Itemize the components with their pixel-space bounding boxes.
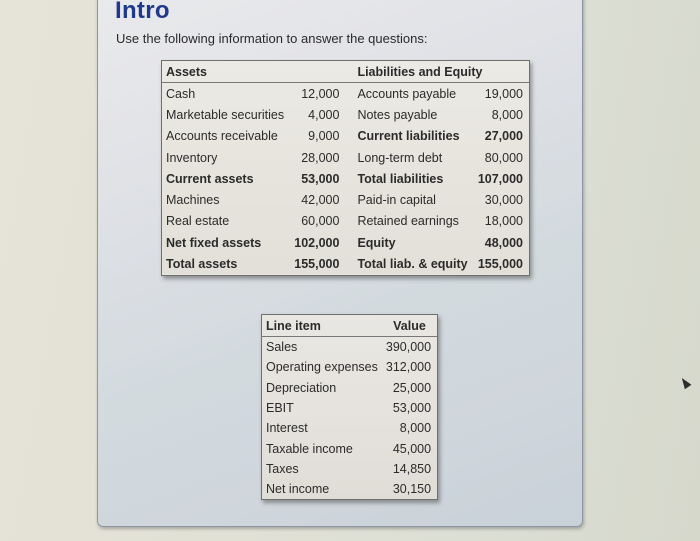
asset-value: 28,000 <box>301 150 340 165</box>
asset-label: Real estate <box>166 214 230 229</box>
asset-value: 155,000 <box>294 257 340 272</box>
line-item-value: 312,000 <box>385 360 432 375</box>
line-item-value: 14,850 <box>392 461 432 476</box>
liability-value: 30,000 <box>484 193 523 208</box>
balance-sheet-table: Assets Liabilities and Equity Cash 12,000… <box>161 60 530 276</box>
balance-sheet-row: Marketable securities 4,000 Notes payable 8… <box>162 104 530 125</box>
line-item-header: Line item <box>261 314 382 337</box>
line-item-value: 390,000 <box>385 340 432 355</box>
balance-sheet-row: Total assets 155,000 Total liab. & equity 1… <box>162 253 530 275</box>
liability-label: Retained earnings <box>357 214 459 229</box>
balance-sheet-row: Inventory 28,000 Long-term debt 80,000 <box>162 147 530 168</box>
asset-label: Inventory <box>166 150 218 165</box>
income-statement-row: Depreciation 25,000 <box>262 378 438 398</box>
liability-value: 27,000 <box>484 129 523 144</box>
line-item-label: Operating expenses <box>266 360 378 375</box>
liability-label: Accounts payable <box>357 86 457 101</box>
liability-label: Current liabilities <box>357 129 460 144</box>
liability-value: 107,000 <box>477 171 523 186</box>
liability-value: 8,000 <box>491 107 523 122</box>
liability-label: Total liab. & equity <box>357 257 468 272</box>
liability-label: Equity <box>357 235 396 250</box>
liability-value: 80,000 <box>484 150 523 165</box>
asset-label: Cash <box>166 86 196 101</box>
income-statement-row: Net income 30,150 <box>262 479 438 500</box>
balance-sheet-row: Current assets 53,000 Total liabilities 107… <box>162 168 530 189</box>
asset-value: 102,000 <box>294 235 340 250</box>
asset-label: Net fixed assets <box>166 235 262 250</box>
line-item-label: Interest <box>266 421 308 436</box>
mouse-cursor-icon <box>678 375 692 390</box>
line-item-label: Taxable income <box>266 441 353 456</box>
liability-value: 155,000 <box>477 257 523 272</box>
liability-label: Total liabilities <box>357 171 444 186</box>
line-item-value: 53,000 <box>392 401 432 416</box>
balance-sheet-row: Machines 42,000 Paid-in capital 30,000 <box>162 189 530 210</box>
line-item-label: Sales <box>266 340 298 355</box>
income-statement-row: Taxes 14,850 <box>262 459 438 479</box>
asset-label: Total assets <box>166 257 238 272</box>
value-header: Value <box>381 314 438 337</box>
income-statement-row: Interest 8,000 <box>262 418 438 438</box>
assets-header: Assets <box>161 60 346 83</box>
income-statement-row: Operating expenses 312,000 <box>262 357 438 377</box>
liability-value: 48,000 <box>484 235 523 250</box>
asset-label: Machines <box>166 193 220 208</box>
asset-value: 4,000 <box>308 107 340 122</box>
page-title: Intro <box>115 0 170 24</box>
line-item-value: 8,000 <box>399 421 432 436</box>
income-statement-row: EBIT 53,000 <box>262 398 438 418</box>
income-statement-row: Taxable income 45,000 <box>262 438 438 458</box>
asset-value: 12,000 <box>301 86 340 101</box>
balance-sheet-row: Accounts receivable 9,000 Current liabilit… <box>162 126 530 147</box>
income-statement-header-row: Line item Value <box>261 314 438 337</box>
asset-value: 42,000 <box>301 193 340 208</box>
asset-value: 9,000 <box>308 129 340 144</box>
balance-sheet-row: Cash 12,000 Accounts payable 19,000 <box>162 83 530 105</box>
asset-label: Marketable securities <box>166 107 285 122</box>
asset-value: 60,000 <box>301 214 340 229</box>
liability-value: 19,000 <box>484 86 523 101</box>
asset-label: Current assets <box>166 171 254 186</box>
line-item-label: Net income <box>266 482 330 497</box>
balance-sheet-row: Real estate 60,000 Retained earnings 18,000 <box>162 211 530 232</box>
asset-label: Accounts receivable <box>166 129 278 144</box>
balance-sheet-row: Net fixed assets 102,000 Equity 48,000 <box>162 232 530 253</box>
line-item-value: 45,000 <box>392 441 432 456</box>
liabilities-header: Liabilities and Equity <box>345 60 530 83</box>
asset-value: 53,000 <box>301 171 340 186</box>
instruction-text: Use the following information to answer … <box>116 31 428 46</box>
liability-value: 18,000 <box>484 214 523 229</box>
liability-label: Paid-in capital <box>357 193 436 208</box>
income-statement-table: Line item Value Sales 390,000 Operating ex… <box>261 314 439 501</box>
liability-label: Long-term debt <box>357 150 443 165</box>
line-item-label: Depreciation <box>266 380 337 395</box>
liability-label: Notes payable <box>357 107 438 122</box>
line-item-value: 25,000 <box>392 380 432 395</box>
line-item-label: Taxes <box>266 461 299 476</box>
line-item-value: 30,150 <box>392 482 432 497</box>
income-statement-row: Sales 390,000 <box>262 337 438 358</box>
balance-sheet-header-row: Assets Liabilities and Equity <box>161 60 530 83</box>
line-item-label: EBIT <box>266 401 294 416</box>
